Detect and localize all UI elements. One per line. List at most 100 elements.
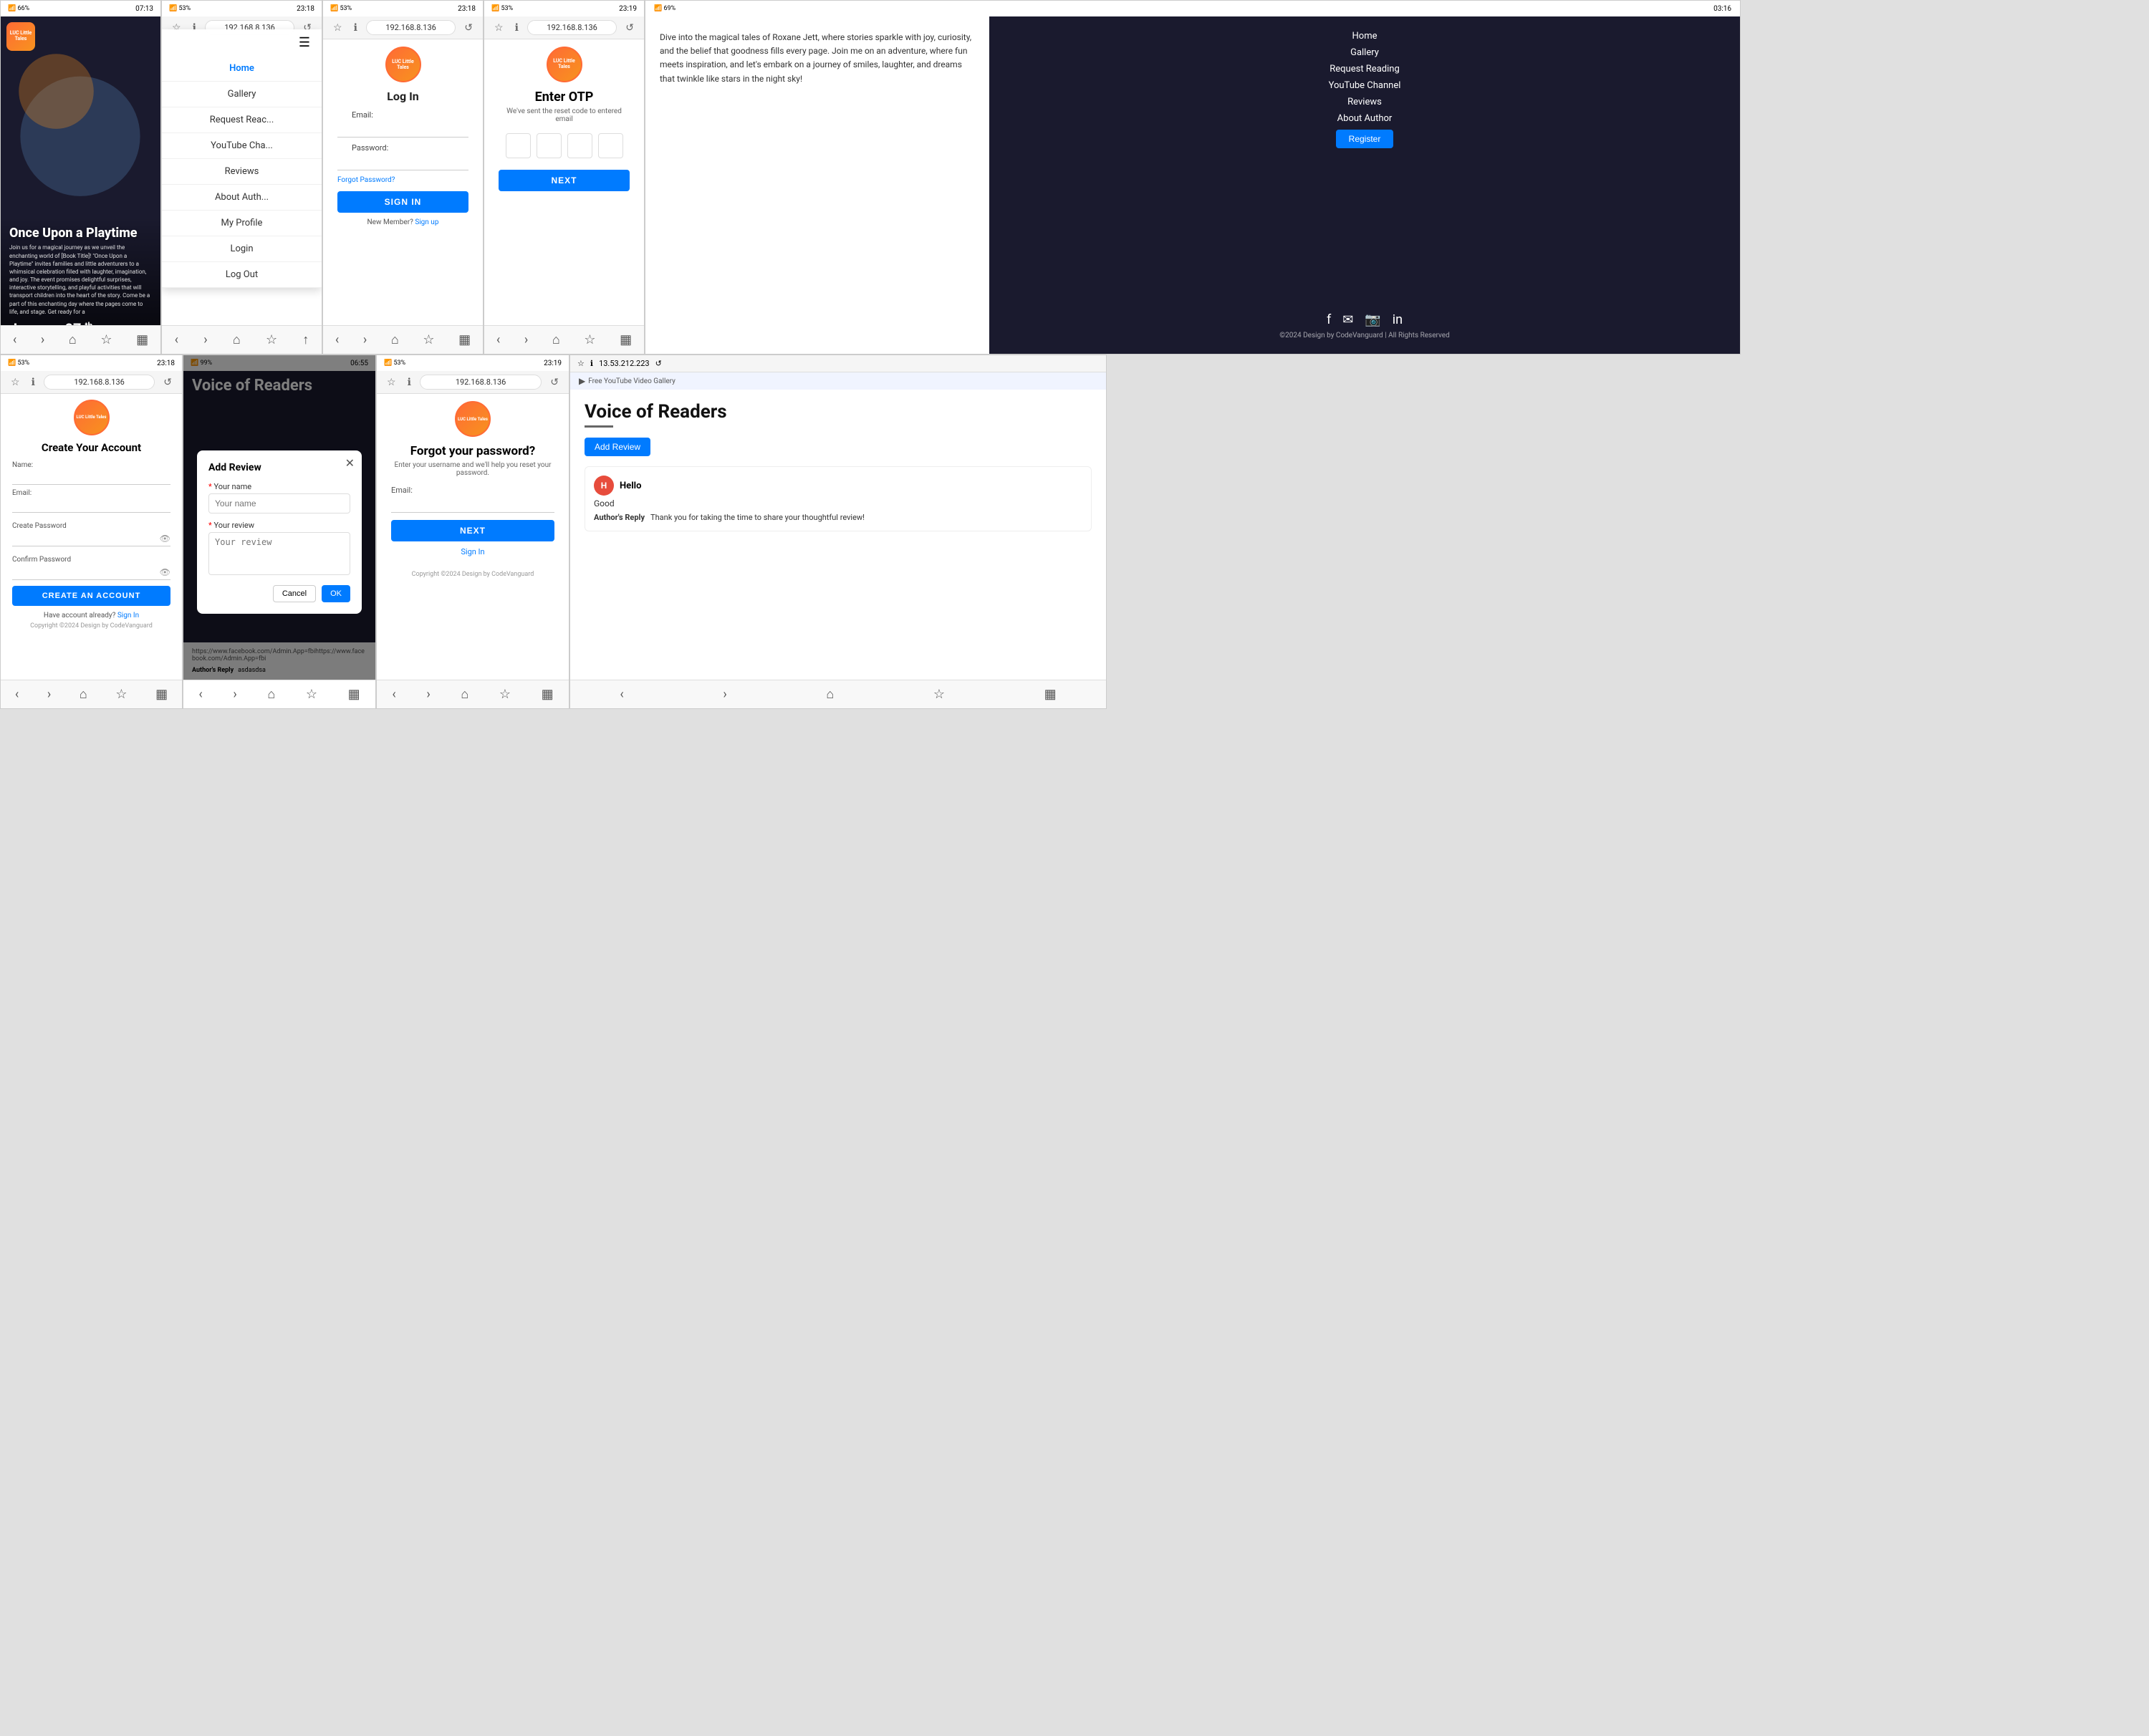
bookmark-icon-p12[interactable]: ☆ bbox=[933, 687, 945, 702]
bookmark-icon-p2[interactable]: ☆ bbox=[266, 332, 277, 347]
sign-in-link-p5[interactable]: Sign In bbox=[117, 612, 139, 619]
menu-item-reviews[interactable]: Reviews bbox=[162, 159, 322, 185]
name-input[interactable] bbox=[12, 470, 170, 485]
tab-icon-p6[interactable]: ▦ bbox=[348, 687, 360, 702]
modal-review-textarea[interactable] bbox=[208, 532, 350, 575]
forward-icon-p2[interactable]: › bbox=[203, 332, 207, 347]
url-p3[interactable]: 192.168.8.136 bbox=[366, 20, 456, 35]
sign-in-button[interactable]: SIGN IN bbox=[337, 191, 468, 213]
bookmark-icon[interactable]: ☆ bbox=[100, 332, 112, 347]
browser-back-p5[interactable]: ☆ bbox=[8, 375, 23, 390]
otp-input-3[interactable] bbox=[567, 133, 592, 158]
browser-info-p7[interactable]: ℹ bbox=[405, 375, 414, 390]
url-p5[interactable]: 192.168.8.136 bbox=[44, 375, 155, 390]
back-icon-p2[interactable]: ‹ bbox=[175, 332, 178, 347]
forward-icon-p7[interactable]: › bbox=[426, 687, 430, 702]
otp-next-button[interactable]: NEXT bbox=[499, 170, 630, 191]
instagram-icon[interactable]: 📷 bbox=[1365, 312, 1380, 327]
desktop-nav-reading[interactable]: Request Reading bbox=[1330, 64, 1400, 74]
browser-refresh-p5[interactable]: ↺ bbox=[160, 375, 175, 390]
add-review-button[interactable]: Add Review bbox=[585, 438, 650, 456]
menu-item-login[interactable]: Login bbox=[162, 236, 322, 262]
home-icon-p4[interactable]: ⌂ bbox=[552, 332, 560, 347]
eye-icon-create[interactable]: 👁 bbox=[160, 534, 170, 544]
browser-back-p3[interactable]: ☆ bbox=[330, 21, 345, 35]
bookmark-icon-p5[interactable]: ☆ bbox=[115, 687, 127, 702]
tab-icon-p12[interactable]: ▦ bbox=[1044, 687, 1057, 702]
menu-item-youtube[interactable]: YouTube Cha... bbox=[162, 133, 322, 159]
menu-item-gallery[interactable]: Gallery bbox=[162, 82, 322, 107]
back-icon-p6[interactable]: ‹ bbox=[198, 687, 202, 702]
forward-icon-p5[interactable]: › bbox=[47, 687, 51, 702]
back-icon-p5[interactable]: ‹ bbox=[15, 687, 19, 702]
browser-refresh-p3[interactable]: ↺ bbox=[461, 21, 476, 35]
otp-input-4[interactable] bbox=[598, 133, 623, 158]
back-icon-p7[interactable]: ‹ bbox=[392, 687, 395, 702]
forgot-email-input[interactable] bbox=[391, 496, 554, 513]
bookmark-icon-p7[interactable]: ☆ bbox=[499, 687, 511, 702]
desktop-nav-about[interactable]: About Author bbox=[1337, 113, 1393, 124]
bookmark-icon-p3[interactable]: ☆ bbox=[423, 332, 434, 347]
forward-icon-p12[interactable]: › bbox=[723, 687, 726, 702]
url-p4[interactable]: 192.168.8.136 bbox=[527, 20, 617, 35]
tab-icon-p5[interactable]: ▦ bbox=[155, 687, 168, 702]
browser-back-p7[interactable]: ☆ bbox=[384, 375, 399, 390]
share-icon-p2[interactable]: ↑ bbox=[302, 332, 309, 347]
browser-refresh-p4[interactable]: ↺ bbox=[622, 21, 637, 35]
bookmark-icon-p6[interactable]: ☆ bbox=[306, 687, 317, 702]
hamburger-icon[interactable]: ☰ bbox=[299, 35, 310, 50]
home-icon-p12[interactable]: ⌂ bbox=[826, 687, 834, 702]
modal-name-input[interactable] bbox=[208, 493, 350, 513]
forward-icon-p4[interactable]: › bbox=[524, 332, 528, 347]
browser-back-p4[interactable]: ☆ bbox=[491, 21, 506, 35]
home-icon-p7[interactable]: ⌂ bbox=[461, 687, 468, 702]
browser-info-p5[interactable]: ℹ bbox=[29, 375, 38, 390]
tab-icon-p4[interactable]: ▦ bbox=[620, 332, 632, 347]
browser-back-p12[interactable]: ☆ bbox=[577, 359, 585, 368]
forward-icon[interactable]: › bbox=[41, 332, 44, 347]
forward-icon-p3[interactable]: › bbox=[363, 332, 367, 347]
home-icon-p6[interactable]: ⌂ bbox=[267, 687, 275, 702]
tab-icon-p7[interactable]: ▦ bbox=[542, 687, 554, 702]
menu-item-request[interactable]: Request Reac... bbox=[162, 107, 322, 133]
back-icon[interactable]: ‹ bbox=[13, 332, 16, 347]
forgot-password-link[interactable]: Forgot Password? bbox=[337, 176, 468, 184]
create-account-button[interactable]: CREATE AN ACCOUNT bbox=[12, 586, 170, 606]
home-icon-p2[interactable]: ⌂ bbox=[233, 332, 241, 347]
facebook-icon[interactable]: f bbox=[1327, 312, 1331, 327]
email-input[interactable] bbox=[337, 121, 468, 138]
modal-cancel-button[interactable]: Cancel bbox=[273, 585, 316, 602]
desktop-nav-gallery[interactable]: Gallery bbox=[1350, 47, 1379, 58]
menu-item-home[interactable]: Home bbox=[162, 56, 322, 82]
confirm-pw-input[interactable] bbox=[12, 565, 170, 580]
url-p12[interactable]: 13.53.212.223 bbox=[599, 359, 650, 368]
browser-info-p12[interactable]: ℹ bbox=[590, 359, 593, 368]
email-input-p5[interactable] bbox=[12, 498, 170, 513]
otp-input-1[interactable] bbox=[506, 133, 531, 158]
forgot-next-button[interactable]: NEXT bbox=[391, 520, 554, 541]
back-icon-p3[interactable]: ‹ bbox=[335, 332, 339, 347]
home-icon-p5[interactable]: ⌂ bbox=[80, 687, 87, 702]
email-icon[interactable]: ✉ bbox=[1342, 312, 1353, 327]
desktop-nav-youtube[interactable]: YouTube Channel bbox=[1329, 80, 1401, 91]
sign-up-link[interactable]: Sign up bbox=[415, 218, 438, 226]
browser-refresh-p12[interactable]: ↺ bbox=[655, 359, 662, 368]
create-pw-input[interactable] bbox=[12, 531, 170, 546]
modal-close-button[interactable]: ✕ bbox=[345, 456, 355, 470]
browser-info-p3[interactable]: ℹ bbox=[351, 21, 360, 35]
desktop-nav-reviews[interactable]: Reviews bbox=[1347, 97, 1382, 107]
browser-refresh-p7[interactable]: ↺ bbox=[547, 375, 562, 390]
desktop-nav-home[interactable]: Home bbox=[1352, 31, 1378, 42]
forgot-signin-link[interactable]: Sign In bbox=[377, 547, 569, 556]
home-icon-p3[interactable]: ⌂ bbox=[391, 332, 399, 347]
modal-ok-button[interactable]: OK bbox=[322, 585, 350, 602]
tab-icon-p3[interactable]: ▦ bbox=[458, 332, 471, 347]
desktop-register-button[interactable]: Register bbox=[1336, 130, 1394, 148]
browser-info-p4[interactable]: ℹ bbox=[512, 21, 521, 35]
menu-item-about[interactable]: About Auth... bbox=[162, 185, 322, 211]
bookmark-icon-p4[interactable]: ☆ bbox=[584, 332, 595, 347]
menu-item-logout[interactable]: Log Out bbox=[162, 262, 322, 288]
url-p7[interactable]: 192.168.8.136 bbox=[420, 375, 542, 390]
back-icon-p12[interactable]: ‹ bbox=[620, 687, 623, 702]
back-icon-p4[interactable]: ‹ bbox=[496, 332, 500, 347]
